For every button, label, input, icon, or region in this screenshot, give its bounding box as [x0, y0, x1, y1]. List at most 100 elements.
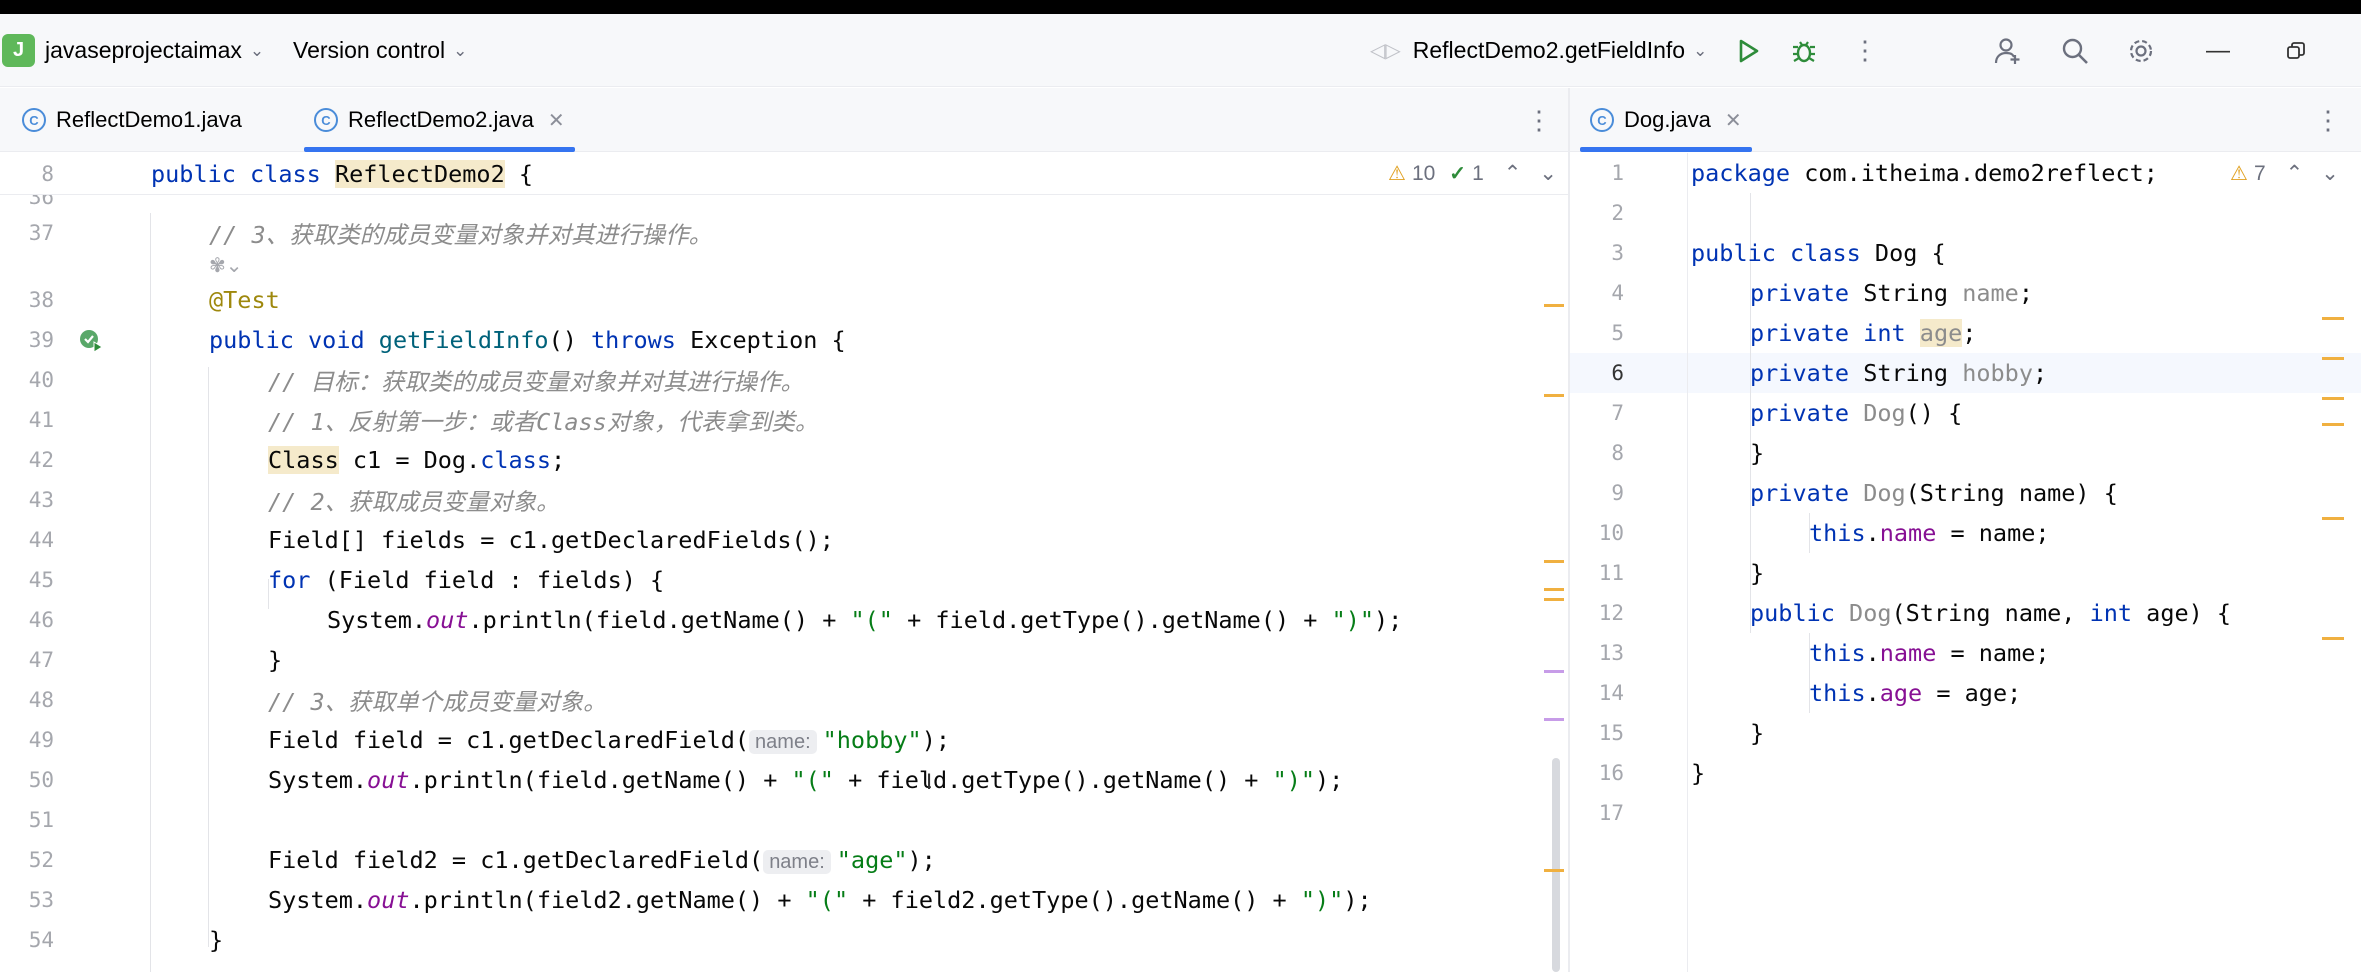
line-number: 39	[28, 328, 54, 352]
error-stripe-mark[interactable]	[2322, 317, 2344, 320]
code-text: }	[209, 926, 224, 954]
inspection-widget[interactable]: ⚠ 7 ⌃ ⌄	[2230, 161, 2339, 186]
line-number: 10	[1598, 521, 1624, 545]
error-stripe-mark[interactable]	[2322, 423, 2344, 426]
more-vertical-icon: ⋮	[2315, 104, 2341, 135]
ai-assist-icon[interactable]: ✾⌄	[209, 253, 243, 278]
tab-reflectdemo2[interactable]: C ReflectDemo2.java ✕	[304, 88, 575, 152]
chevron-up-icon[interactable]: ⌃	[1504, 161, 1522, 186]
code-text: }	[1750, 559, 1765, 587]
code-text: // 3、获取单个成员变量对象。	[268, 688, 607, 716]
code-text: @Test	[209, 286, 280, 314]
check-count: 1	[1472, 161, 1484, 185]
project-selector[interactable]: J javaseprojectaimax ⌄	[2, 14, 264, 87]
line-number: 7	[1611, 401, 1624, 425]
tab-options-button[interactable]: ⋮	[1526, 88, 1552, 152]
line-number: 36	[28, 195, 54, 209]
version-control-menu[interactable]: Version control ⌄	[293, 14, 467, 87]
inspection-widget[interactable]: ⚠ 10 ✓ 1 ⌃ ⌄	[1388, 161, 1557, 186]
error-stripe-mark[interactable]	[1544, 670, 1564, 673]
restore-icon	[2287, 41, 2305, 59]
line-number: 45	[28, 568, 54, 592]
main-toolbar: J javaseprojectaimax ⌄ Version control ⌄…	[0, 14, 2361, 87]
run-test-gutter-icon[interactable]	[78, 328, 104, 360]
settings-button[interactable]	[2126, 14, 2156, 87]
run-config-selector[interactable]: ◁▷ ReflectDemo2.getFieldInfo ⌄	[1370, 14, 1707, 87]
error-stripe-mark[interactable]	[1544, 869, 1564, 872]
chevron-up-icon[interactable]: ⌃	[2286, 161, 2304, 186]
search-button[interactable]	[2060, 14, 2090, 87]
code-text: }	[1750, 439, 1765, 467]
error-stripe-mark[interactable]	[1544, 394, 1564, 397]
warning-icon: ⚠	[1388, 163, 1406, 185]
tab-reflectdemo1[interactable]: C ReflectDemo1.java	[22, 88, 242, 152]
line-number: 17	[1598, 801, 1624, 825]
close-icon[interactable]: ✕	[548, 108, 565, 133]
tab-label: ReflectDemo1.java	[56, 107, 242, 132]
screen-top-bar	[0, 0, 2361, 14]
error-stripe-mark[interactable]	[1544, 560, 1564, 563]
chevron-down-icon[interactable]: ⌄	[2321, 161, 2339, 186]
error-stripe-mark[interactable]	[2322, 637, 2344, 640]
left-code-editor[interactable]: 8 public class ReflectDemo2 { ⚠ 10 ✓ 1 ⌃…	[0, 153, 1568, 972]
error-stripe-mark[interactable]	[1544, 598, 1564, 601]
chevron-down-icon[interactable]: ⌄	[1539, 161, 1557, 186]
error-stripe-mark[interactable]	[1544, 304, 1564, 307]
tab-dog[interactable]: C Dog.java ✕	[1580, 88, 1752, 152]
project-name: javaseprojectaimax	[45, 37, 242, 63]
error-stripe-mark[interactable]	[2322, 357, 2344, 360]
minimize-button[interactable]: —	[2206, 14, 2230, 87]
line-number: 49	[28, 728, 54, 752]
add-user-button[interactable]	[1993, 14, 2023, 87]
right-editor-tabs: C Dog.java ✕ ⋮	[1570, 88, 2361, 152]
error-stripe-mark[interactable]	[2322, 397, 2344, 400]
string-literal: "age"	[836, 846, 908, 874]
run-config-icon: ◁▷	[1370, 40, 1401, 62]
line-number: 53	[28, 888, 54, 912]
debug-icon	[1793, 40, 1815, 62]
error-stripe-mark[interactable]	[2322, 517, 2344, 520]
debug-button[interactable]	[1790, 14, 1818, 87]
error-stripe-mark[interactable]	[1544, 718, 1564, 721]
line-number: 15	[1598, 721, 1624, 745]
field-name: hobby	[1962, 359, 2033, 387]
line-number: 43	[28, 488, 54, 512]
close-icon[interactable]: ✕	[1725, 108, 1742, 133]
right-code-editor[interactable]: ⚠ 7 ⌃ ⌄ 1 package com.itheima.demo2refle…	[1570, 153, 2361, 972]
tab-options-button[interactable]: ⋮	[2315, 88, 2341, 152]
run-button[interactable]	[1734, 14, 1762, 87]
run-config-label: ReflectDemo2.getFieldInfo	[1412, 37, 1686, 63]
line-number: 1	[1611, 161, 1624, 185]
class-icon: C	[22, 108, 46, 132]
minimize-icon: —	[2206, 36, 2230, 64]
warning-icon: ⚠	[2230, 163, 2248, 185]
line-number: 3	[1611, 241, 1624, 265]
project-badge: J	[2, 34, 35, 67]
line-number: 5	[1611, 321, 1624, 345]
search-icon	[2062, 38, 2088, 64]
line-number: 42	[28, 448, 54, 472]
version-control-label: Version control	[293, 37, 446, 63]
add-user-icon	[1994, 37, 2020, 64]
gear-icon	[2129, 39, 2153, 62]
string-literal: "hobby"	[822, 726, 922, 754]
parameter-hint: name:	[749, 730, 817, 754]
field-name: name	[1962, 279, 2019, 307]
restore-button[interactable]	[2286, 14, 2306, 87]
line-number: 44	[28, 528, 54, 552]
sticky-header[interactable]: 8 public class ReflectDemo2 { ⚠ 10 ✓ 1 ⌃…	[0, 153, 1568, 195]
more-actions-button[interactable]: ⋮	[1852, 14, 1878, 87]
error-stripe-mark[interactable]	[1544, 588, 1564, 591]
indent-guide	[150, 213, 151, 972]
line-number: 12	[1598, 601, 1624, 625]
parameter-hint: name:	[763, 850, 831, 874]
line-number: 52	[28, 848, 54, 872]
code-text: // 3、获取类的成员变量对象并对其进行操作。	[209, 221, 713, 249]
line-number: 54	[28, 928, 54, 952]
vertical-scrollbar[interactable]	[1552, 758, 1560, 972]
class-icon: C	[1590, 108, 1614, 132]
tab-label: ReflectDemo2.java	[348, 107, 534, 132]
chevron-down-icon: ⌄	[249, 40, 265, 60]
line-number: 40	[28, 368, 54, 392]
run-icon	[1739, 39, 1759, 62]
